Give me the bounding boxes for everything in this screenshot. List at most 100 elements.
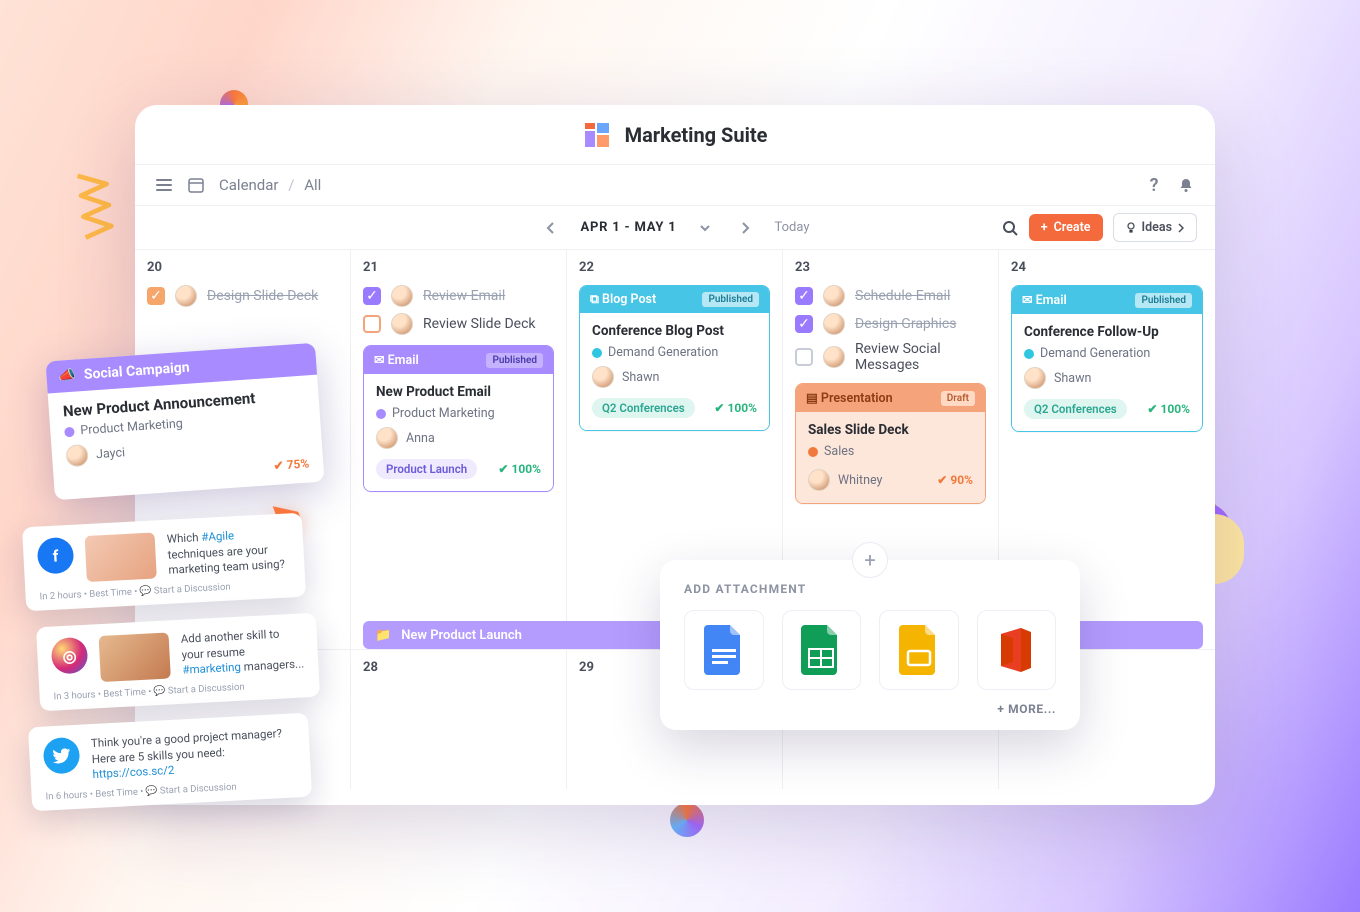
task-label: Design Slide Deck <box>207 288 318 304</box>
office-option[interactable] <box>977 610 1057 690</box>
task-row[interactable]: ✓ Design Graphics <box>795 313 986 335</box>
checkbox-icon[interactable] <box>363 315 381 333</box>
rss-icon: ⧉ <box>590 292 599 307</box>
social-card-instagram[interactable]: ◎ Add another skill to your resume #mark… <box>36 613 320 711</box>
card-blog[interactable]: ⧉ Blog PostPublished Conference Blog Pos… <box>579 285 770 431</box>
search-icon[interactable] <box>1001 219 1019 237</box>
checkbox-icon[interactable]: ✓ <box>795 315 813 333</box>
task-row[interactable]: ✓ Review Email <box>363 285 554 307</box>
calendar-icon <box>187 176 205 194</box>
card-title: Conference Follow-Up <box>1024 324 1190 340</box>
chip[interactable]: Q2 Conferences <box>1024 399 1127 419</box>
email-icon: ✉ <box>1022 293 1032 308</box>
ideas-button[interactable]: Ideas <box>1113 213 1198 242</box>
datebar: APR 1 - MAY 1 Today +Create Ideas <box>135 205 1215 249</box>
progress-label: ✔ 100% <box>1147 402 1190 416</box>
task-row[interactable]: Review Social Messages <box>795 341 986 373</box>
google-slides-option[interactable] <box>879 610 959 690</box>
today-button[interactable]: Today <box>774 220 809 235</box>
card-title: Sales Slide Deck <box>808 422 973 438</box>
card-title: Conference Blog Post <box>592 323 757 339</box>
day-number: 22 <box>579 260 770 275</box>
thumbnail <box>85 532 157 582</box>
avatar <box>823 346 845 368</box>
task-row[interactable]: Review Slide Deck <box>363 313 554 335</box>
panel-heading: ADD ATTACHMENT <box>684 582 1056 596</box>
social-text: Think you're a good project manager? Her… <box>91 725 297 782</box>
avatar <box>823 313 845 335</box>
bulb-icon <box>1126 222 1136 234</box>
progress-label: ✔ 100% <box>714 401 757 415</box>
avatar <box>823 285 845 307</box>
add-button[interactable]: + <box>852 542 888 578</box>
status-badge: Published <box>702 292 759 307</box>
social-text: Add another skill to your resume #market… <box>180 625 304 678</box>
avatar <box>592 366 614 388</box>
avatar <box>391 285 413 307</box>
card-email[interactable]: ✉ EmailPublished New Product Email Produ… <box>363 345 554 492</box>
card-title: New Product Email <box>376 384 541 400</box>
app-title: Marketing Suite <box>625 123 768 147</box>
date-dropdown-icon[interactable] <box>694 217 716 239</box>
instagram-icon: ◎ <box>51 637 89 675</box>
decor-squiggle <box>65 170 125 240</box>
breadcrumb-root[interactable]: Calendar <box>219 176 279 194</box>
card-followup[interactable]: ✉ EmailPublished Conference Follow-Up De… <box>1011 285 1203 432</box>
day-number: 21 <box>363 260 554 275</box>
campaign-card[interactable]: 📣Social Campaign New Product Announcemen… <box>45 343 324 500</box>
social-card-twitter[interactable]: Think you're a good project manager? Her… <box>28 713 312 811</box>
attachment-panel: + ADD ATTACHMENT + MORE... <box>660 560 1080 730</box>
help-icon[interactable]: ? <box>1145 176 1163 194</box>
titlebar: Marketing Suite <box>135 105 1215 165</box>
breadcrumb-leaf[interactable]: All <box>304 176 321 194</box>
day-column[interactable]: 21 ✓ Review Email Review Slide Deck ✉ Em… <box>351 249 567 649</box>
chip[interactable]: Product Launch <box>376 459 477 479</box>
menu-icon[interactable] <box>155 176 173 194</box>
bell-icon[interactable] <box>1177 176 1195 194</box>
day-number: 20 <box>147 260 338 275</box>
avatar <box>175 285 197 307</box>
plus-icon: + <box>1041 220 1048 235</box>
checkbox-icon[interactable]: ✓ <box>147 287 165 305</box>
folder-icon: 📁 <box>375 628 391 643</box>
megaphone-icon: 📣 <box>58 368 77 385</box>
presentation-icon: ▤ <box>806 391 818 406</box>
task-label: Review Email <box>423 288 505 304</box>
avatar <box>65 444 88 467</box>
twitter-icon <box>43 737 81 775</box>
breadcrumb[interactable]: Calendar / All <box>219 176 321 194</box>
progress-label: ✔ 100% <box>498 462 541 476</box>
day-column[interactable]: 28 <box>351 649 567 789</box>
more-button[interactable]: + MORE... <box>684 702 1056 716</box>
chip[interactable]: Q2 Conferences <box>592 398 695 418</box>
avatar <box>1024 367 1046 389</box>
social-text: Which #Agile techniques are your marketi… <box>166 525 290 578</box>
task-label: Design Graphics <box>855 316 956 332</box>
status-badge: Draft <box>941 391 975 406</box>
checkbox-icon[interactable] <box>795 348 813 366</box>
facebook-icon: f <box>37 537 75 575</box>
task-row[interactable]: ✓Schedule Email <box>795 285 986 307</box>
task-label: Review Social Messages <box>855 341 986 373</box>
prev-button[interactable] <box>540 217 562 239</box>
progress-label: ✔ 90% <box>937 473 973 487</box>
app-logo <box>583 121 611 149</box>
status-badge: Published <box>1135 293 1192 308</box>
avatar <box>391 313 413 335</box>
task-label: Review Slide Deck <box>423 316 536 332</box>
google-docs-option[interactable] <box>684 610 764 690</box>
task-row[interactable]: ✓ Design Slide Deck <box>147 285 338 307</box>
decor-dot <box>670 803 704 837</box>
card-presentation[interactable]: ▤ PresentationDraft Sales Slide Deck Sal… <box>795 383 986 504</box>
toolbar: Calendar / All ? <box>135 165 1215 205</box>
google-sheets-option[interactable] <box>782 610 862 690</box>
chevron-right-icon <box>1178 223 1184 233</box>
day-number: 24 <box>1011 260 1203 275</box>
checkbox-icon[interactable]: ✓ <box>795 287 813 305</box>
date-range[interactable]: APR 1 - MAY 1 <box>580 220 676 235</box>
create-button[interactable]: +Create <box>1029 214 1103 241</box>
social-card-facebook[interactable]: f Which #Agile techniques are your marke… <box>22 513 306 611</box>
checkbox-icon[interactable]: ✓ <box>363 287 381 305</box>
next-button[interactable] <box>734 217 756 239</box>
status-badge: Published <box>486 353 543 368</box>
